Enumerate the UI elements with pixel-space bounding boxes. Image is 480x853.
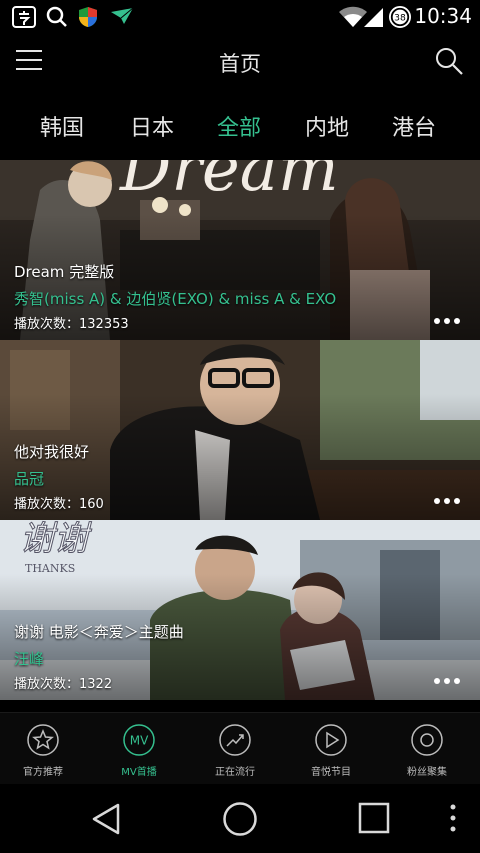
video-card[interactable]: 他对我很好 品冠 播放次数：160 (0, 340, 480, 520)
more-dot (434, 498, 440, 504)
plane-icon (111, 7, 134, 24)
more-dot (454, 678, 460, 684)
nav-label: 官方推荐 (23, 767, 63, 778)
video-title: 他对我很好 (14, 443, 90, 461)
shield-icon (79, 7, 97, 27)
mv-icon: MV (123, 724, 155, 756)
tab-mainland[interactable]: 内地 (305, 110, 349, 142)
nav-trending[interactable]: 正在流行 (195, 723, 275, 778)
nav-label: 粉丝聚集 (407, 767, 447, 778)
nav-label: 音悦节目 (311, 767, 351, 778)
video-artist[interactable]: 汪峰 (14, 648, 44, 669)
more-options-button[interactable] (434, 309, 466, 324)
more-dot (454, 498, 460, 504)
more-options-button[interactable] (434, 489, 466, 504)
tab-all[interactable]: 全部 (217, 110, 261, 142)
search-icon (46, 6, 67, 27)
more-dot (444, 498, 450, 504)
video-card[interactable]: 谢谢 THANKS 谢谢 电影＜奔爱＞主题曲 汪峰 播放次数：1322 (0, 520, 480, 700)
svg-text:38: 38 (394, 13, 406, 24)
star-icon (27, 724, 59, 756)
recent-apps-button[interactable] (358, 802, 390, 834)
nav-label: 正在流行 (215, 767, 255, 778)
more-dot (444, 678, 450, 684)
input-method-icon (12, 6, 36, 28)
nav-official-recommend[interactable]: 官方推荐 (3, 723, 83, 778)
region-tabs: 韩国 日本 全部 内地 港台 (0, 90, 480, 160)
back-button[interactable] (90, 802, 122, 836)
search-button[interactable] (434, 46, 464, 76)
play-count: 播放次数：132353 (14, 317, 129, 332)
nav-label: MV首播 (121, 767, 157, 778)
system-navigation (0, 784, 480, 853)
bottom-navigation: 官方推荐 MV MV首播 正在流行 音悦节目 粉丝聚集 (0, 712, 480, 784)
nav-mv-premiere[interactable]: MV MV首播 (99, 723, 179, 778)
more-dot (434, 318, 440, 324)
play-count: 播放次数：160 (14, 497, 104, 512)
tab-hk-tw[interactable]: 港台 (392, 110, 436, 142)
overflow-menu-button[interactable] (448, 802, 458, 834)
nav-fan-gathering[interactable]: 粉丝聚集 (387, 723, 467, 778)
signal-icon (364, 8, 383, 27)
more-options-button[interactable] (434, 669, 466, 684)
svg-text:MV: MV (130, 734, 149, 748)
more-dot (434, 678, 440, 684)
page-title: 首页 (219, 52, 261, 76)
video-card[interactable]: Dream Dream 完整版 秀智(miss A) & 边伯贤(EXO) & … (0, 160, 480, 340)
home-button[interactable] (222, 801, 258, 837)
battery-icon: 38 (389, 6, 411, 28)
status-bar: 38 10:34 (0, 0, 480, 34)
play-count: 播放次数：1322 (14, 677, 113, 692)
clock: 10:34 (414, 4, 472, 28)
video-title: Dream 完整版 (14, 263, 115, 281)
disc-icon (411, 724, 443, 756)
more-dot (454, 318, 460, 324)
video-title: 谢谢 电影＜奔爱＞主题曲 (14, 623, 184, 641)
more-dot (444, 318, 450, 324)
play-icon (315, 724, 347, 756)
video-artist[interactable]: 秀智(miss A) & 边伯贤(EXO) & miss A & EXO (14, 288, 336, 309)
trend-icon (219, 724, 251, 756)
tab-korea[interactable]: 韩国 (40, 110, 84, 142)
video-artist[interactable]: 品冠 (14, 468, 44, 489)
tab-japan[interactable]: 日本 (130, 110, 174, 142)
app-header: 首页 (0, 34, 480, 90)
nav-music-programs[interactable]: 音悦节目 (291, 723, 371, 778)
